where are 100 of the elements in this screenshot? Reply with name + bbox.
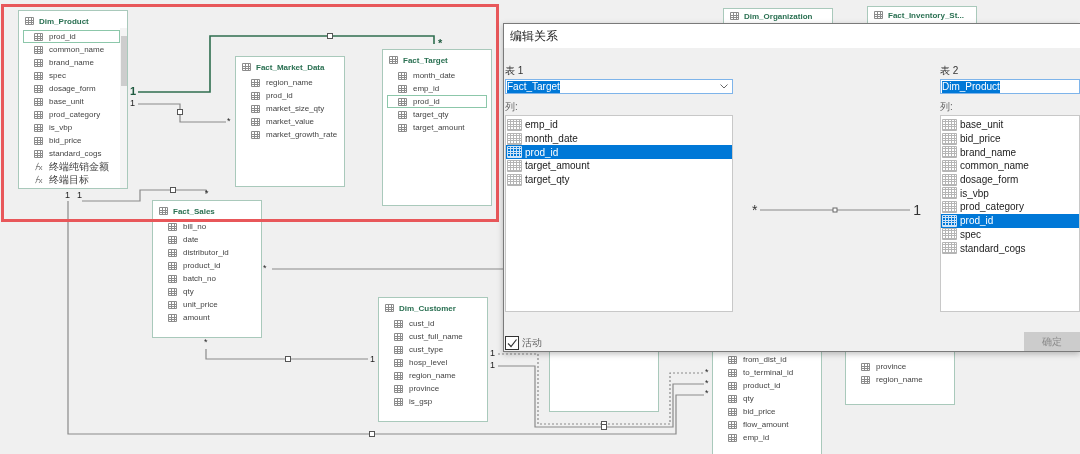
list-row[interactable]: prod_id <box>941 213 1079 228</box>
list-row[interactable]: prod_id <box>506 145 732 160</box>
table-dropdown[interactable]: Fact_Target <box>505 79 733 94</box>
field-row[interactable]: 终端目标 <box>23 173 120 186</box>
field-row[interactable]: is_gsp <box>383 395 483 408</box>
field-name: is_vbp <box>49 123 73 132</box>
column-name: prod_category <box>960 201 1024 213</box>
field-row[interactable]: flow_amount <box>717 418 817 431</box>
field-name: prod_id <box>49 32 76 41</box>
list-row[interactable]: target_qty <box>506 172 732 187</box>
table-card[interactable]: Fact_Target month_date emp_id prod_id target_qty target_amount <box>382 49 492 206</box>
field-row[interactable]: batch_no <box>157 272 257 285</box>
field-row[interactable]: prod_id <box>240 89 340 102</box>
field-row[interactable]: target_amount <box>387 121 487 134</box>
field-row[interactable]: standard_cogs <box>23 147 120 160</box>
field-row[interactable]: region_name <box>240 76 340 89</box>
list-row[interactable]: common_name <box>941 159 1079 173</box>
field-row[interactable]: province <box>383 382 483 395</box>
field-row[interactable]: bid_price <box>23 134 120 147</box>
list-row[interactable]: brand_name <box>941 145 1079 160</box>
relationship-line[interactable] <box>497 365 705 430</box>
table-icon <box>34 71 43 80</box>
table-icon <box>34 45 43 54</box>
list-row[interactable]: bid_price <box>941 131 1079 146</box>
field-row[interactable]: emp_id <box>717 431 817 444</box>
field-row[interactable]: target_qty <box>387 108 487 121</box>
checkbox-label[interactable]: 活动 <box>522 336 542 350</box>
field-row[interactable]: base_unit <box>23 95 120 108</box>
table-icon <box>394 384 403 393</box>
field-row[interactable]: brand_name <box>23 56 120 69</box>
columns-label: 列: <box>505 100 519 114</box>
field-row[interactable]: amount <box>157 311 257 324</box>
cardinality-label: 1 <box>130 98 135 108</box>
field-row[interactable]: month_date <box>387 69 487 82</box>
field-row[interactable]: dosage_form <box>23 82 120 95</box>
field-row[interactable]: bill_no <box>157 220 257 233</box>
field-name: emp_id <box>413 84 440 93</box>
field-row[interactable]: region_name <box>383 369 483 382</box>
table-dropdown[interactable]: Dim_Product <box>940 79 1080 94</box>
field-row[interactable]: prod_id <box>387 95 487 108</box>
field-row[interactable]: date <box>157 233 257 246</box>
field-row[interactable]: distributor_id <box>157 246 257 259</box>
scroll-thumb[interactable] <box>121 36 127 86</box>
field-row[interactable]: market_growth_rate <box>240 128 340 141</box>
list-row[interactable]: target_amount <box>506 159 732 173</box>
list-row[interactable]: emp_id <box>506 118 732 132</box>
field-row[interactable]: cust_type <box>383 343 483 356</box>
field-row[interactable]: is_vbp <box>23 121 120 134</box>
scrollbar[interactable] <box>120 28 127 188</box>
field-row[interactable]: prod_category <box>23 108 120 121</box>
list-row[interactable]: dosage_form <box>941 172 1079 187</box>
field-row[interactable]: province <box>850 360 950 373</box>
field-row[interactable]: qty <box>157 285 257 298</box>
field-name: bill_no <box>183 222 207 231</box>
field-row[interactable]: unit_price <box>157 298 257 311</box>
table-icon <box>251 130 260 139</box>
field-row[interactable]: product_id <box>157 259 257 272</box>
field-row[interactable]: to_terminal_id <box>717 366 817 379</box>
field-row[interactable]: from_dist_id <box>717 353 817 366</box>
column-name: brand_name <box>960 146 1017 158</box>
table-card[interactable]: Fact_Market_Data region_name prod_id market_size_qty market_value market_growth_rate <box>235 56 345 187</box>
list-row[interactable]: spec <box>941 227 1079 242</box>
relationship-line[interactable] <box>81 187 207 202</box>
field-row[interactable]: market_value <box>240 115 340 128</box>
table-icon <box>507 173 522 186</box>
field-row[interactable]: product_id <box>717 379 817 392</box>
column-name: target_amount <box>525 160 590 172</box>
field-row[interactable]: prod_id <box>23 30 120 43</box>
field-row[interactable]: common_name <box>23 43 120 56</box>
list-row[interactable]: base_unit <box>941 118 1079 132</box>
table-title: Dim_Customer <box>399 303 456 313</box>
list-row[interactable]: prod_category <box>941 200 1079 214</box>
table-icon <box>168 274 177 283</box>
field-row[interactable]: region_name <box>850 373 950 386</box>
checkbox[interactable] <box>505 336 519 350</box>
field-row[interactable]: 终端纯销金额 <box>23 160 120 173</box>
list-row[interactable]: standard_cogs <box>941 241 1079 255</box>
field-row[interactable]: qty <box>717 392 817 405</box>
field-row[interactable]: cust_full_name <box>383 330 483 343</box>
table-card[interactable]: Fact_Sales bill_no date distributor_id product_id batch_no qty unit_price amount <box>152 200 262 338</box>
table-icon <box>507 118 522 131</box>
field-row[interactable]: cust_id <box>383 317 483 330</box>
table-card[interactable]: Dim_Customer cust_id cust_full_name cust_type hosp_level region_name province is_gsp <box>378 297 488 422</box>
field-row[interactable]: bid_price <box>717 405 817 418</box>
field-name: to_terminal_id <box>743 368 794 377</box>
column-name: common_name <box>960 160 1029 172</box>
list-row[interactable]: is_vbp <box>941 186 1079 201</box>
field-name: prod_category <box>49 110 101 119</box>
column-name: standard_cogs <box>960 242 1026 254</box>
field-name: region_name <box>409 371 456 380</box>
field-row[interactable]: hosp_level <box>383 356 483 369</box>
field-row[interactable]: market_size_qty <box>240 102 340 115</box>
field-row[interactable]: spec <box>23 69 120 82</box>
relationship-line[interactable] <box>137 103 227 123</box>
table-card[interactable]: Dim_Product prod_id common_name brand_name spec dosage_form base_unit prod_category is_vbp bid_price standard_cogs 终端纯销金额 终端目标 <box>18 10 128 189</box>
cardinality-label: * <box>705 367 709 377</box>
column-name: prod_id <box>960 215 994 227</box>
list-row[interactable]: month_date <box>506 131 732 146</box>
field-row[interactable]: emp_id <box>387 82 487 95</box>
relationship-line[interactable] <box>205 348 369 362</box>
